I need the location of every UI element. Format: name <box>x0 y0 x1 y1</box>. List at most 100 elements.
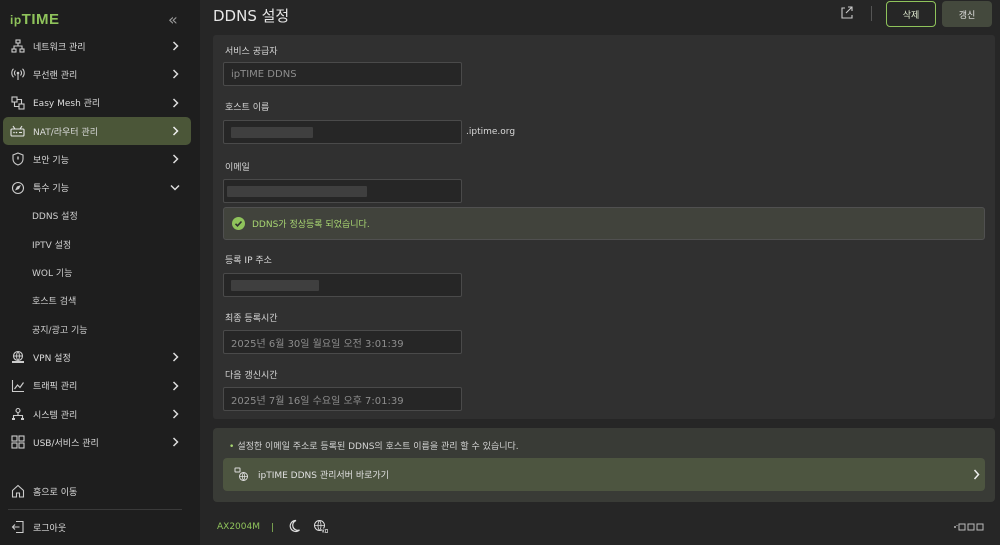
sidebar-item-label: VPN 설정 <box>33 353 71 364</box>
host-name-label: 호스트 이름 <box>225 103 270 113</box>
share-icon[interactable] <box>840 5 856 21</box>
sidebar-item-label: 시스템 관리 <box>33 410 78 421</box>
home-button[interactable]: 홈으로 이동 <box>0 478 200 504</box>
sidebar-item-label: 특수 기능 <box>33 184 69 195</box>
sidebar-subitem-ddns[interactable]: DDNS 설정 <box>0 202 200 230</box>
mesh-icon <box>10 95 25 110</box>
page-title: DDNS 설정 <box>213 7 290 25</box>
chevron-right-icon <box>170 408 180 420</box>
home-label: 홈으로 이동 <box>33 487 78 498</box>
sidebar-item-system[interactable]: 시스템 관리 <box>0 400 200 428</box>
chevron-right-icon <box>170 436 180 448</box>
chevron-right-icon <box>170 97 180 109</box>
last-registered-field[interactable]: 2025년 6월 30일 월요일 오전 3:01:39 <box>223 330 462 354</box>
router-icon <box>10 124 25 139</box>
iptime-logo[interactable]: ipTIME <box>10 11 60 28</box>
sidebar-item-vpn[interactable]: VPN 설정 <box>0 343 200 371</box>
check-circle-icon <box>232 217 245 230</box>
sidebar-nav: 네트워크 관리 무선랜 관리 Easy Mesh 관리 NAT/라우터 관리 보… <box>0 32 200 456</box>
chevron-right-icon <box>170 68 180 80</box>
sidebar-divider <box>8 509 182 510</box>
page-header: DDNS 설정 삭제 갱신 <box>200 0 1000 30</box>
info-note-text: 설정한 이메일 주소로 등록된 DDNS의 호스트 이름을 관리 할 수 있습니… <box>237 442 519 452</box>
refresh-button[interactable]: 갱신 <box>942 1 992 27</box>
sidebar-item-label: USB/서비스 관리 <box>33 438 99 449</box>
sidebar-logout: 로그아웃 <box>0 514 200 540</box>
sidebar-subitem-iptv[interactable]: IPTV 설정 <box>0 230 200 258</box>
provider-field[interactable]: ipTIME DDNS <box>223 62 462 86</box>
sidebar-item-nat-router[interactable]: NAT/라우터 관리 <box>3 116 191 146</box>
bullet: • <box>229 442 235 452</box>
sidebar-subitem-label: DDNS 설정 <box>32 212 78 223</box>
network-icon <box>10 39 25 54</box>
sidebar-item-usb-service[interactable]: USB/서비스 관리 <box>0 428 200 456</box>
logout-icon <box>10 520 25 535</box>
special-icon <box>10 180 25 195</box>
sidebar-footer: 홈으로 이동 <box>0 478 200 504</box>
status-alert: DDNS가 정상등록 되었습니다. <box>223 207 985 240</box>
redacted-value <box>227 186 367 197</box>
dark-mode-icon[interactable] <box>287 519 301 533</box>
sidebar-item-network[interactable]: 네트워크 관리 <box>0 32 200 60</box>
language-icon[interactable] <box>313 519 328 534</box>
sidebar-subitem-label: IPTV 설정 <box>32 240 72 251</box>
sidebar-item-wireless[interactable]: 무선랜 관리 <box>0 60 200 88</box>
sidebar-subitem-notice-ad[interactable]: 공지/광고 기능 <box>0 315 200 343</box>
sidebar-item-label: Easy Mesh 관리 <box>33 99 101 110</box>
home-icon <box>10 484 25 499</box>
sidebar-subitem-label: 공지/광고 기능 <box>32 325 88 336</box>
redacted-value <box>231 280 319 291</box>
layout-toggle-icon[interactable] <box>953 522 988 531</box>
footer-separator: | <box>271 523 275 533</box>
sidebar-item-easy-mesh[interactable]: Easy Mesh 관리 <box>0 89 200 117</box>
next-update-field[interactable]: 2025년 7월 16일 수요일 오후 7:01:39 <box>223 387 462 411</box>
last-registered-label: 최종 등록시간 <box>225 314 278 324</box>
status-message: DDNS가 정상등록 되었습니다. <box>252 220 370 230</box>
ip-address-label: 등록 IP 주소 <box>225 256 272 266</box>
ddns-server-link[interactable]: ipTIME DDNS 관리서버 바로가기 <box>223 458 985 491</box>
sidebar-item-security[interactable]: 보안 기능 <box>0 145 200 173</box>
vpn-icon <box>10 350 25 365</box>
chevron-right-icon <box>973 469 980 483</box>
sidebar-subitem-host-search[interactable]: 호스트 검색 <box>0 287 200 315</box>
chevron-right-icon <box>170 40 180 52</box>
redacted-value <box>231 127 313 138</box>
globe-link-icon <box>234 467 249 482</box>
sidebar-item-special[interactable]: 특수 기능 <box>0 173 200 201</box>
header-divider <box>871 6 872 21</box>
info-card: • 설정한 이메일 주소로 등록된 DDNS의 호스트 이름을 관리 할 수 있습… <box>213 428 995 502</box>
email-field[interactable] <box>223 179 462 203</box>
delete-button[interactable]: 삭제 <box>886 1 936 27</box>
chevron-down-icon <box>170 181 180 193</box>
sidebar-subitem-wol[interactable]: WOL 기능 <box>0 258 200 286</box>
wireless-icon <box>10 67 25 82</box>
sidebar-item-label: NAT/라우터 관리 <box>33 127 98 138</box>
chevron-right-icon <box>170 380 180 392</box>
sidebar-item-traffic[interactable]: 트래픽 관리 <box>0 372 200 400</box>
sidebar-item-label: 네트워크 관리 <box>33 42 86 53</box>
logout-button[interactable]: 로그아웃 <box>0 514 200 540</box>
usb-icon <box>10 435 25 450</box>
provider-label: 서비스 공급자 <box>225 47 278 57</box>
next-update-label: 다음 갱신시간 <box>225 371 278 381</box>
chevron-right-icon <box>170 153 180 165</box>
ip-address-field[interactable] <box>223 273 462 297</box>
model-name: AX2004M <box>217 522 260 532</box>
chevron-right-icon <box>170 351 180 363</box>
email-label: 이메일 <box>225 163 250 173</box>
traffic-icon <box>10 378 25 393</box>
ddns-settings-card: 서비스 공급자 ipTIME DDNS 호스트 이름 .iptime.org 이… <box>213 35 995 419</box>
sidebar-subitem-label: WOL 기능 <box>32 269 73 280</box>
host-name-field[interactable] <box>223 120 462 144</box>
sidebar: ipTIME « 네트워크 관리 무선랜 관리 Easy Mesh 관리 NAT… <box>0 0 200 545</box>
ddns-server-link-label: ipTIME DDNS 관리서버 바로가기 <box>258 471 389 481</box>
logout-label: 로그아웃 <box>33 523 67 534</box>
collapse-sidebar-icon[interactable]: « <box>168 10 178 30</box>
info-note: • 설정한 이메일 주소로 등록된 DDNS의 호스트 이름을 관리 할 수 있습… <box>229 439 519 452</box>
chevron-right-icon <box>170 125 180 137</box>
system-icon <box>10 407 25 422</box>
sidebar-subitem-label: 호스트 검색 <box>32 297 77 308</box>
host-domain-suffix: .iptime.org <box>466 127 516 137</box>
sidebar-item-label: 보안 기능 <box>33 155 69 166</box>
sidebar-item-label: 무선랜 관리 <box>33 70 78 81</box>
